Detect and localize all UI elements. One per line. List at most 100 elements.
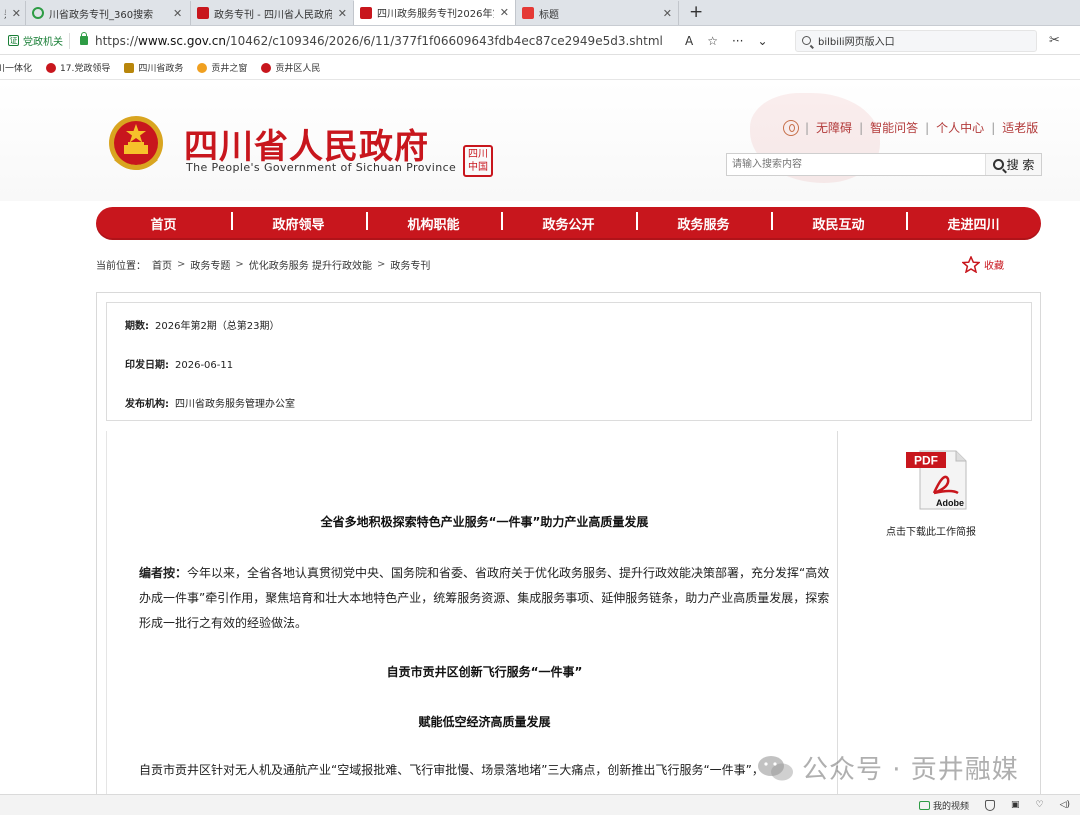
scissors-icon[interactable]: ✂ <box>1049 33 1060 48</box>
link-elder-mode[interactable]: 适老版 <box>1002 119 1038 136</box>
breadcrumb-optimize[interactable]: 优化政务服务 提升行政效能 <box>249 257 372 272</box>
star-icon[interactable]: ☆ <box>707 34 718 48</box>
close-icon[interactable]: ✕ <box>338 7 347 20</box>
tab-partial[interactable]: 是 ✕ <box>0 1 26 25</box>
site-search: 搜 索 <box>726 153 1042 176</box>
wechat-watermark: 公众号 · 贡井融媒 <box>756 749 1019 786</box>
nav-services[interactable]: 政务服务 <box>636 212 771 233</box>
tab-pdf[interactable]: 标题 ✕ <box>516 1 679 25</box>
my-videos[interactable]: 我的视频 <box>918 799 969 812</box>
site-search-input[interactable] <box>727 154 985 175</box>
gov-badge-label: 党政机关 <box>23 37 63 48</box>
site-subtitle: The People's Government of Sichuan Provi… <box>186 161 457 174</box>
accessibility-icon[interactable] <box>783 119 799 136</box>
meta-org-label: 发布机构: <box>125 399 169 410</box>
tab-gov-journal[interactable]: 政务专刊 - 四川省人民政府 ✕ <box>191 1 354 25</box>
url-domain: www.sc.gov.cn <box>138 33 226 48</box>
meta-org-value: 四川省政务服务管理办公室 <box>175 399 295 410</box>
utility-links: | 无障碍 | 智能问答 | 个人中心 | 适老版 <box>783 119 1038 136</box>
seal-logo: 四川中国 <box>463 145 493 177</box>
search-icon <box>802 36 811 45</box>
meta-date-label: 印发日期: <box>125 360 169 371</box>
link-smart-qa[interactable]: 智能问答 <box>870 119 918 136</box>
breadcrumb-prefix: 当前位置： <box>96 261 146 272</box>
favorite-label: 收藏 <box>984 261 1004 272</box>
nav-interaction[interactable]: 政民互动 <box>771 212 906 233</box>
breadcrumb-journal[interactable]: 政务专刊 <box>390 257 430 272</box>
url-field[interactable]: https://www.sc.gov.cn/10462/c109346/2026… <box>95 34 675 48</box>
pdf-brand-text: Adobe <box>936 498 964 508</box>
pdf-download[interactable]: PDF Adobe 点击下载此工作简报 <box>886 449 986 538</box>
bookmark-label: 17.党政领导 <box>60 64 111 74</box>
meta-issue-value: 2026年第2期（总第23期） <box>155 321 280 332</box>
tab-label: 川省政务专刊_360搜索 <box>49 9 154 21</box>
article-title: 全省多地积极探索特色产业服务“一件事”助力产业高质量发展 <box>320 515 649 529</box>
tab-label: 标题 <box>539 9 559 21</box>
gov-site-icon <box>197 7 209 19</box>
bookmark-item[interactable]: 17.党政领导 <box>46 61 110 74</box>
my-videos-label: 我的视频 <box>932 801 969 812</box>
search-button-label: 搜 索 <box>1006 158 1035 172</box>
bookmark-icon <box>197 62 208 73</box>
tab-current-article[interactable]: 四川政务服务专刊2026年第 ✕ <box>354 0 516 25</box>
search-360-icon <box>32 7 44 19</box>
search-icon <box>992 159 1004 170</box>
close-icon[interactable]: ✕ <box>12 7 21 20</box>
bookmark-item[interactable]: 四川省政务 <box>124 61 183 74</box>
close-icon[interactable]: ✕ <box>500 6 509 19</box>
nav-home[interactable]: 首页 <box>96 214 231 233</box>
heart-icon[interactable]: ♡ <box>1035 800 1043 810</box>
breadcrumb-separator: > <box>376 259 386 270</box>
web-page: 四川省人民政府 The People's Government of Sichu… <box>0 81 1080 794</box>
article-meta: 期数: 2026年第2期（总第23期） 印发日期: 2026-06-11 发布机构:… <box>106 302 1032 421</box>
bookmark-icon <box>124 62 135 73</box>
speaker-icon[interactable]: ◁) <box>1060 800 1070 810</box>
gov-badge[interactable]: 证 党政机关 <box>0 32 70 49</box>
nav-public-affairs[interactable]: 政务公开 <box>501 212 636 233</box>
meta-date: 印发日期: 2026-06-11 <box>125 356 233 371</box>
site-search-button[interactable]: 搜 索 <box>985 154 1041 175</box>
body-paragraph: 自贡市贡井区针对无人机及通航产业“空域报批难、飞行审批慢、场景落地堵”三大痛点，… <box>139 763 764 777</box>
bookmark-icon <box>46 62 57 73</box>
bookmark-item[interactable]: 贡井区人民 <box>261 61 320 74</box>
nav-about-sichuan[interactable]: 走进四川 <box>906 212 1041 233</box>
editor-note-label: 编者按： <box>139 566 188 580</box>
breadcrumb-home[interactable]: 首页 <box>152 257 172 272</box>
link-accessibility[interactable]: 无障碍 <box>816 119 852 136</box>
close-icon[interactable]: ✕ <box>173 7 182 20</box>
image-icon[interactable]: ▣ <box>1011 800 1020 810</box>
shield-icon[interactable] <box>984 799 995 811</box>
bookmark-label: 四川省政务 <box>138 64 184 74</box>
bookmark-label: 贡井区人民 <box>275 64 321 74</box>
bookmark-item[interactable]: 贡井之窗 <box>197 61 247 74</box>
national-emblem-icon <box>109 116 163 170</box>
bookmark-item[interactable]: 川一体化 <box>0 61 32 74</box>
new-tab-button[interactable]: + <box>679 1 713 25</box>
editor-note: 编者按：今年以来，全省各地认真贯彻党中央、国务院和省委、省政府关于优化政务服务、… <box>139 561 833 636</box>
browser-search-box[interactable]: bilbili网页版入口 <box>795 29 1037 52</box>
video-icon <box>918 800 930 810</box>
favorite-button[interactable]: 收藏 <box>962 256 1004 273</box>
tab-label: 政务专刊 - 四川省人民政府 <box>214 9 332 21</box>
pdf-caption: 点击下载此工作简报 <box>886 527 976 538</box>
breadcrumb-separator: > <box>235 259 244 270</box>
main-nav: 首页 政府领导 机构职能 政务公开 政务服务 政民互动 走进四川 <box>96 207 1041 240</box>
chevron-down-icon[interactable]: ⌄ <box>757 34 767 48</box>
breadcrumb-topics[interactable]: 政务专题 <box>190 257 230 272</box>
more-icon[interactable]: ··· <box>732 34 743 48</box>
tab-label: 四川政务服务专刊2026年第 <box>377 9 494 20</box>
tab-360-search[interactable]: 川省政务专刊_360搜索 ✕ <box>26 1 191 25</box>
nav-leaders[interactable]: 政府领导 <box>231 212 366 233</box>
link-personal-center[interactable]: 个人中心 <box>936 119 984 136</box>
section-heading: 自贡市贡井区创新飞行服务“一件事” <box>386 665 583 679</box>
lock-icon[interactable] <box>80 32 88 45</box>
section-subheading: 赋能低空经济高质量发展 <box>418 715 551 729</box>
read-aloud-icon[interactable]: A <box>685 34 693 48</box>
bookmark-icon <box>261 62 272 73</box>
column-divider <box>837 431 838 794</box>
breadcrumb-separator: > <box>177 259 186 270</box>
pdf-badge-text: PDF <box>914 454 938 468</box>
close-icon[interactable]: ✕ <box>663 7 672 20</box>
gov-badge-icon: 证 <box>8 35 19 46</box>
nav-functions[interactable]: 机构职能 <box>366 212 501 233</box>
